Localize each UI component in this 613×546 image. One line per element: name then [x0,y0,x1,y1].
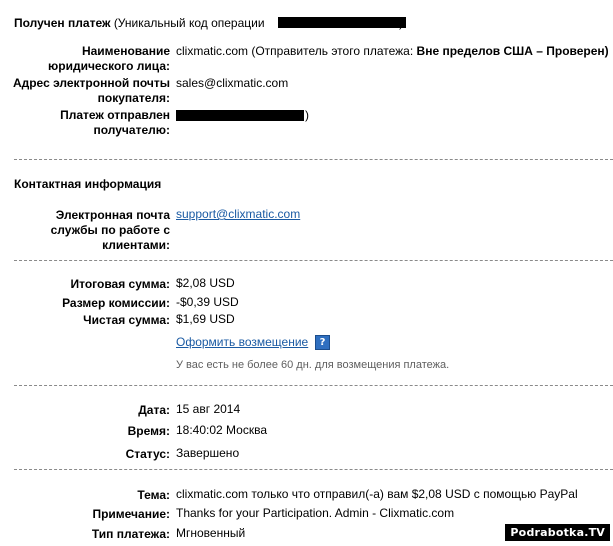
watermark: Podrabotka.TV [505,524,610,541]
status-label: Статус: [125,447,170,461]
page-title: Получен платеж [14,16,111,30]
support-email-label: Электронная почта службы по работе с кли… [50,208,170,252]
net-value: $1,69 USD [176,312,235,326]
note-label: Примечание: [92,507,170,521]
time-value: 18:40:02 Москва [176,423,268,437]
operation-code-prefix: (Уникальный код операции [113,16,265,30]
buyer-email-value: sales@clixmatic.com [176,76,289,90]
fee-value: -$0,39 USD [176,295,239,309]
contact-heading: Контактная информация [14,177,162,191]
refund-note: У вас есть не более 60 дн. для возмещени… [176,359,450,371]
buyer-email-label: Адрес электронной почты покупателя: [12,76,170,105]
refund-link[interactable]: Оформить возмещение [176,335,308,350]
subject-label: Тема: [137,488,170,502]
sent-to-label: Платеж отправлен получателю: [60,108,170,137]
payment-type-value: Мгновенный [176,526,246,540]
status-value: Завершено [176,446,240,460]
sent-to-suffix: ) [305,108,309,122]
payment-type-label: Тип платежа: [91,527,170,541]
legal-name-text: clixmatic.com (Отправитель этого платежа… [176,44,414,58]
fee-label: Размер комиссии: [62,296,170,310]
legal-name-value: clixmatic.com (Отправитель этого платежа… [176,44,609,59]
support-email-link[interactable]: support@clixmatic.com [176,207,300,222]
operation-code-suffix: ) [399,16,403,30]
date-value: 15 авг 2014 [176,402,241,416]
redacted-operation-code [278,17,406,28]
note-value: Thanks for your Participation. Admin - C… [176,506,455,520]
divider [14,260,613,261]
subject-value: clixmatic.com только что отправил(-а) ва… [176,487,578,501]
total-label: Итоговая сумма: [70,277,170,291]
payment-header: Получен платеж (Уникальный код операции [14,16,265,30]
net-label: Чистая сумма: [83,313,170,327]
legal-name-label: Наименование юридического лица: [48,44,170,73]
help-icon[interactable]: ? [315,335,330,350]
sender-status: Вне пределов США – Проверен) [416,44,609,58]
divider [14,159,613,160]
redacted-recipient [176,110,304,121]
divider [14,469,613,470]
total-value: $2,08 USD [176,276,235,290]
date-label: Дата: [138,403,170,417]
time-label: Время: [127,424,170,438]
divider [14,385,613,386]
